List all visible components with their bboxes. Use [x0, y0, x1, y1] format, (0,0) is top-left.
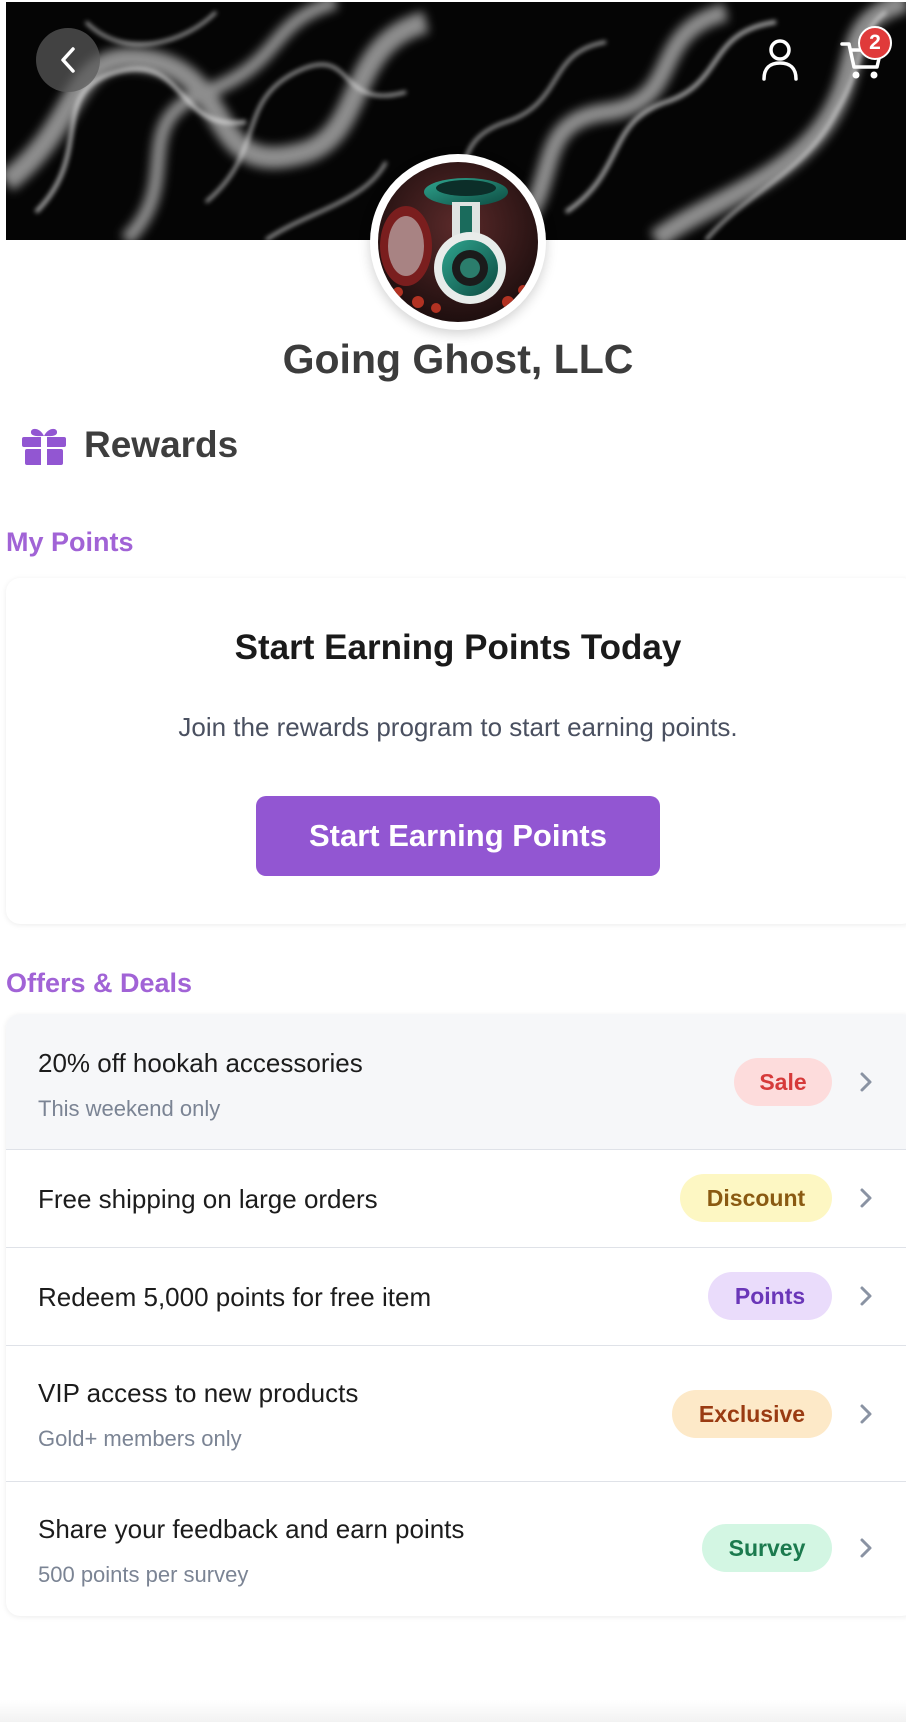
back-button[interactable] — [36, 28, 100, 92]
chevron-right-icon — [860, 1538, 872, 1558]
offer-title: Redeem 5,000 points for free item — [38, 1282, 432, 1312]
my-points-label: My Points — [6, 527, 134, 557]
chevron-right-icon — [860, 1188, 872, 1208]
start-earning-points-button[interactable]: Start Earning Points — [256, 796, 660, 876]
chevron-right-icon — [860, 1072, 872, 1092]
chevron-left-icon — [61, 47, 75, 73]
status-badge: Discount — [680, 1174, 832, 1222]
status-badge: Survey — [702, 1524, 832, 1572]
user-icon — [762, 39, 798, 81]
status-badge: Exclusive — [672, 1390, 832, 1438]
offer-title: 20% off hookah accessories — [38, 1048, 363, 1078]
offer-title: Share your feedback and earn points — [38, 1514, 465, 1544]
offer-subtitle: 500 points per survey — [38, 1562, 249, 1587]
offer-item-discount[interactable]: Free shipping on large orders Discount — [6, 1150, 906, 1248]
chevron-right-icon — [860, 1404, 872, 1424]
gift-icon — [22, 428, 66, 465]
status-badge: Points — [708, 1272, 832, 1320]
offer-title: Free shipping on large orders — [38, 1184, 378, 1214]
points-card-description: Join the rewards program to start earnin… — [178, 712, 738, 742]
offer-title: VIP access to new products — [38, 1378, 359, 1408]
offer-item-exclusive[interactable]: VIP access to new products Gold+ members… — [6, 1346, 906, 1482]
store-avatar — [370, 154, 546, 330]
hookah-photo-image — [378, 162, 538, 322]
account-button[interactable] — [754, 34, 806, 86]
rewards-title: Rewards — [84, 424, 239, 465]
cart-button[interactable]: 2 — [834, 26, 892, 88]
points-card-title: Start Earning Points Today — [234, 628, 682, 667]
rewards-heading: Rewards — [22, 424, 238, 466]
offer-item-sale[interactable]: 20% off hookah accessories This weekend … — [6, 1014, 906, 1150]
chevron-right-icon — [860, 1286, 872, 1306]
offer-item-survey[interactable]: Share your feedback and earn points 500 … — [6, 1482, 906, 1616]
status-badge: Sale — [734, 1058, 832, 1106]
points-card: Start Earning Points Today Join the rewa… — [6, 578, 906, 924]
offer-item-points[interactable]: Redeem 5,000 points for free item Points — [6, 1248, 906, 1346]
cart-count-badge: 2 — [858, 26, 892, 60]
offer-subtitle: This weekend only — [38, 1096, 221, 1121]
offer-subtitle: Gold+ members only — [38, 1426, 242, 1451]
offers-list: 20% off hookah accessories This weekend … — [6, 1014, 906, 1616]
offers-deals-label: Offers & Deals — [6, 968, 193, 998]
bottom-edge — [0, 1700, 906, 1722]
store-name: Going Ghost, LLC — [282, 336, 634, 382]
